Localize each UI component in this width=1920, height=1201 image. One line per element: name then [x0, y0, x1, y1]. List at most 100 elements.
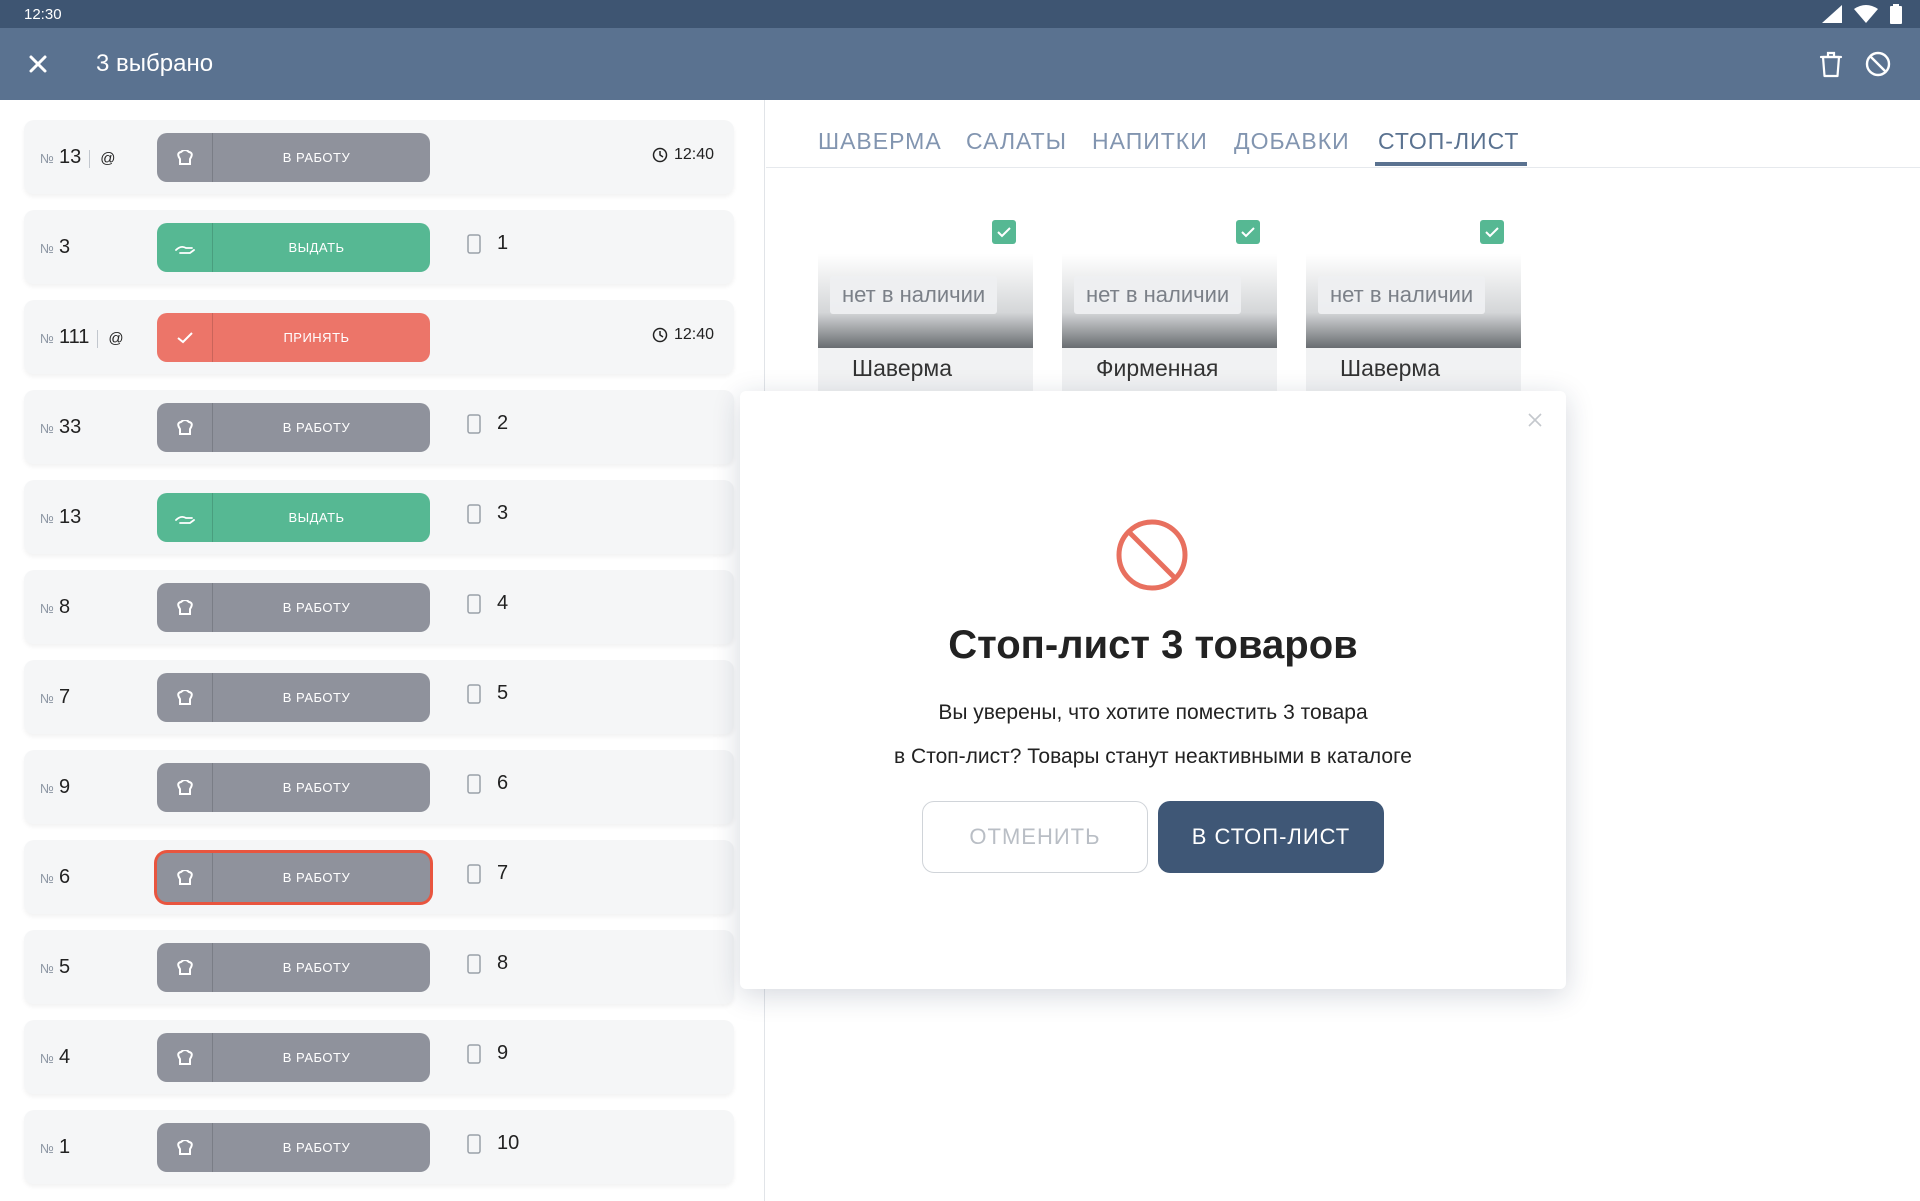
chef-hat-icon — [176, 1049, 193, 1065]
order-action-label: В РАБОТУ — [282, 780, 351, 795]
table-icon — [467, 233, 481, 254]
stop-list-dialog: Стоп-лист 3 товаров Вы уверены, что хоти… — [740, 391, 1566, 989]
wifi-icon — [1854, 5, 1878, 23]
active-tab-indicator — [1375, 162, 1527, 166]
status-time: 12:30 — [24, 6, 62, 23]
app-bar: 3 выбрано — [0, 28, 1920, 100]
category-tabs: ШАВЕРМА САЛАТЫ НАПИТКИ ДОБАВКИ СТОП-ЛИСТ — [766, 100, 1920, 168]
order-action-label: В РАБОТУ — [282, 150, 351, 165]
order-card[interactable]: № 1 В РАБОТУ 10 — [24, 1110, 734, 1184]
order-action-label: В РАБОТУ — [282, 600, 351, 615]
order-card[interactable]: № 6 В РАБОТУ 7 — [24, 840, 734, 914]
order-action-label: В РАБОТУ — [282, 420, 351, 435]
close-icon[interactable] — [1526, 411, 1544, 429]
order-time: 12:40 — [673, 146, 714, 163]
tab-extras[interactable]: ДОБАВКИ — [1234, 128, 1350, 155]
trash-icon[interactable] — [1818, 50, 1844, 78]
order-number-prefix: № — [40, 241, 54, 256]
table-icon — [467, 503, 481, 524]
order-card[interactable]: № 13 @ В РАБОТУ 12:40 — [24, 120, 734, 194]
chef-hat-icon — [176, 959, 193, 975]
order-card[interactable]: № 13 ВЫДАТЬ 3 — [24, 480, 734, 554]
order-action-button[interactable]: В РАБОТУ — [157, 1123, 430, 1172]
product-card[interactable]: нет в наличии Шаверма — [1306, 220, 1521, 396]
order-action-button[interactable]: В РАБОТУ — [157, 943, 430, 992]
product-status: нет в наличии — [830, 276, 998, 314]
dialog-message: Вы уверены, что хотите поместить 3 товар… — [740, 691, 1566, 779]
order-action-label: В РАБОТУ — [282, 960, 351, 975]
product-card[interactable]: нет в наличии Шаверма — [818, 220, 1033, 396]
tab-drinks[interactable]: НАПИТКИ — [1092, 128, 1208, 155]
dialog-message-line: в Стоп-лист? Товары станут неактивными в… — [894, 745, 1412, 768]
table-icon — [467, 593, 481, 614]
order-card[interactable]: № 7 В РАБОТУ 5 — [24, 660, 734, 734]
order-card[interactable]: № 8 В РАБОТУ 4 — [24, 570, 734, 644]
checkbox-checked-icon[interactable] — [1480, 220, 1504, 244]
order-action-button[interactable]: В РАБОТУ — [157, 403, 430, 452]
order-action-label: ВЫДАТЬ — [288, 510, 345, 525]
order-number-prefix: № — [40, 601, 54, 616]
order-time: 12:40 — [673, 326, 714, 343]
checkbox-checked-icon[interactable] — [992, 220, 1016, 244]
battery-icon — [1890, 4, 1902, 24]
order-action-button[interactable]: ПРИНЯТЬ — [157, 313, 430, 362]
order-card[interactable]: № 3 ВЫДАТЬ 1 — [24, 210, 734, 284]
online-order-icon: @ — [97, 329, 124, 348]
order-card[interactable]: № 33 В РАБОТУ 2 — [24, 390, 734, 464]
table-number: 8 — [497, 952, 509, 974]
order-number-prefix: № — [40, 871, 54, 886]
chef-hat-icon — [176, 1139, 193, 1155]
chef-hat-icon — [176, 149, 193, 165]
checkbox-checked-icon[interactable] — [1236, 220, 1260, 244]
order-card[interactable]: № 5 В РАБОТУ 8 — [24, 930, 734, 1004]
order-action-button[interactable]: В РАБОТУ — [157, 763, 430, 812]
order-action-label: ПРИНЯТЬ — [283, 330, 350, 345]
order-action-button[interactable]: В РАБОТУ — [157, 583, 430, 632]
table-number: 9 — [497, 1042, 509, 1064]
block-icon[interactable] — [1864, 50, 1892, 78]
order-number-prefix: № — [40, 781, 54, 796]
product-name: Фирменная — [1062, 348, 1277, 396]
check-icon — [176, 331, 193, 343]
order-action-label: В РАБОТУ — [282, 1050, 351, 1065]
order-action-button[interactable]: В РАБОТУ — [157, 133, 430, 182]
order-number-prefix: № — [40, 1051, 54, 1066]
tab-stop-list[interactable]: СТОП-ЛИСТ — [1378, 128, 1519, 155]
table-number: 5 — [497, 682, 509, 704]
clock-icon — [652, 327, 668, 343]
order-action-label: В РАБОТУ — [282, 1140, 351, 1155]
order-number: 3 — [58, 236, 71, 258]
order-number-prefix: № — [40, 1141, 54, 1156]
chef-hat-icon — [176, 419, 193, 435]
table-number: 4 — [497, 592, 509, 614]
order-action-button[interactable]: В РАБОТУ — [157, 673, 430, 722]
selection-title: 3 выбрано — [96, 50, 214, 77]
hand-serve-icon — [174, 515, 195, 524]
tab-salads[interactable]: САЛАТЫ — [966, 128, 1067, 155]
table-icon — [467, 413, 481, 434]
order-card[interactable]: № 9 В РАБОТУ 6 — [24, 750, 734, 824]
order-number-prefix: № — [40, 691, 54, 706]
orders-panel: № 13 @ В РАБОТУ 12:40 № 3 ВЫДАТЬ 1 № 111 @ ПР… — [0, 100, 765, 1201]
order-card[interactable]: № 4 В РАБОТУ 9 — [24, 1020, 734, 1094]
tab-shawarma[interactable]: ШАВЕРМА — [818, 128, 942, 155]
chef-hat-icon — [176, 869, 193, 885]
order-action-button[interactable]: В РАБОТУ — [157, 853, 430, 902]
table-icon — [467, 953, 481, 974]
signal-icon — [1822, 5, 1842, 23]
chef-hat-icon — [176, 689, 193, 705]
close-icon[interactable] — [22, 48, 54, 80]
order-number: 111 — [58, 326, 90, 348]
order-card[interactable]: № 111 @ ПРИНЯТЬ 12:40 — [24, 300, 734, 374]
order-action-button[interactable]: ВЫДАТЬ — [157, 493, 430, 542]
order-number: 33 — [58, 416, 82, 438]
cancel-button[interactable]: ОТМЕНИТЬ — [922, 801, 1148, 873]
order-action-button[interactable]: В РАБОТУ — [157, 1033, 430, 1082]
chef-hat-icon — [176, 779, 193, 795]
order-number-prefix: № — [40, 961, 54, 976]
table-icon — [467, 773, 481, 794]
product-card[interactable]: нет в наличии Фирменная — [1062, 220, 1277, 396]
order-number-prefix: № — [40, 511, 54, 526]
confirm-stop-list-button[interactable]: В СТОП-ЛИСТ — [1158, 801, 1384, 873]
order-action-button[interactable]: ВЫДАТЬ — [157, 223, 430, 272]
